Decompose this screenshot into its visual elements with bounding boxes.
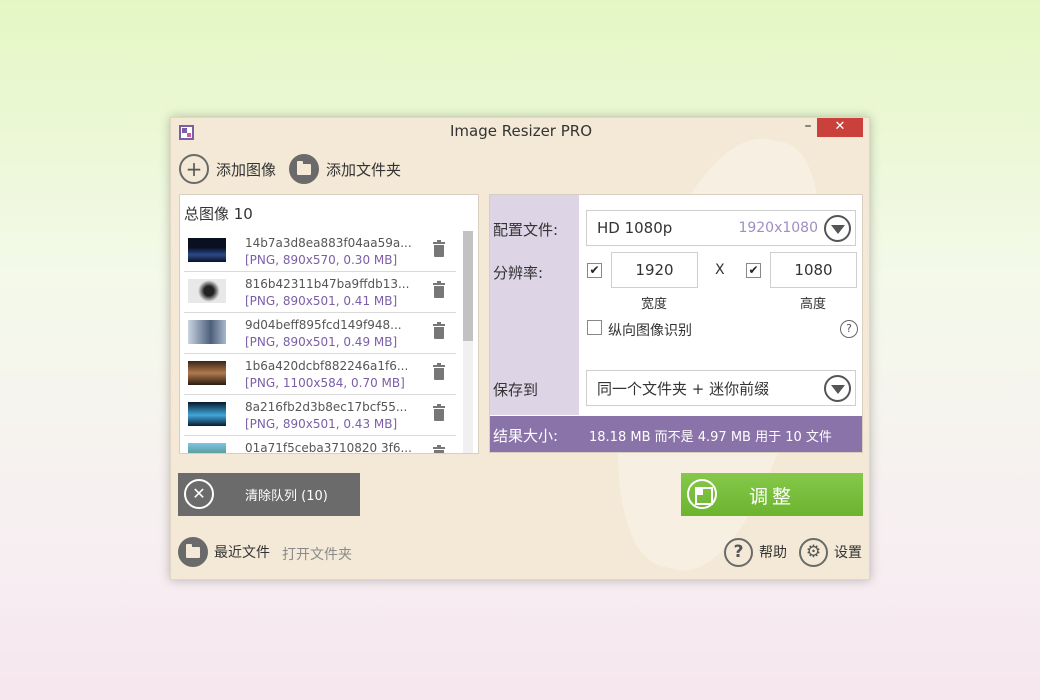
- clear-queue-button[interactable]: ✕ 清除队列 (10): [178, 473, 360, 516]
- window-title: Image Resizer PRO: [449, 122, 593, 140]
- profile-resolution-hint: 1920x1080: [738, 220, 818, 236]
- list-item[interactable]: 1b6a420dcbf882246a1f6... [PNG, 1100x584,…: [184, 354, 456, 395]
- image-thumbnail: [188, 402, 226, 426]
- file-name: 14b7a3d8ea883f04aa59a...: [245, 236, 412, 250]
- add-image-button[interactable]: + 添加图像: [179, 152, 276, 186]
- close-button[interactable]: ✕: [817, 118, 863, 137]
- height-input[interactable]: 1080: [770, 252, 857, 288]
- file-meta: [PNG, 890x501, 0.49 MB]: [245, 335, 398, 349]
- settings-button[interactable]: ⚙ 设置: [799, 537, 862, 567]
- result-size-text: 18.18 MB 而不是 4.97 MB 用于 10 文件: [589, 429, 832, 445]
- question-icon: ?: [724, 537, 753, 567]
- file-meta: [PNG, 890x501, 0.43 MB]: [245, 417, 398, 431]
- trash-icon[interactable]: [433, 281, 445, 298]
- profile-dropdown[interactable]: HD 1080p 1920x1080: [586, 210, 856, 246]
- trash-icon[interactable]: [433, 445, 445, 453]
- list-scrollbar[interactable]: [463, 231, 473, 453]
- width-checkbox[interactable]: ✔: [587, 263, 602, 278]
- height-caption: 高度: [800, 297, 827, 312]
- title-bar: Image Resizer PRO – ✕: [171, 118, 869, 146]
- folder-icon: [289, 154, 319, 184]
- trash-icon[interactable]: [433, 322, 445, 339]
- image-thumbnail: [188, 320, 226, 344]
- width-caption: 宽度: [641, 297, 668, 312]
- add-image-label: 添加图像: [216, 160, 277, 179]
- settings-panel: 配置文件: 分辨率: 保存到 HD 1080p 1920x1080 ✔ 1920…: [489, 194, 863, 453]
- add-folder-button[interactable]: 添加文件夹: [289, 152, 401, 186]
- image-thumbnail: [188, 361, 226, 385]
- image-thumbnail: [188, 279, 226, 303]
- help-label: 帮助: [759, 545, 787, 561]
- file-name: 1b6a420dcbf882246a1f6...: [245, 359, 409, 373]
- profile-label: 配置文件:: [493, 221, 559, 239]
- app-window: Image Resizer PRO – ✕ + 添加图像 添加文件夹 总图像 1…: [170, 117, 870, 580]
- profile-value: HD 1080p: [597, 219, 673, 237]
- help-icon[interactable]: ?: [840, 320, 858, 338]
- add-folder-label: 添加文件夹: [326, 160, 402, 179]
- save-to-label: 保存到: [493, 381, 539, 399]
- result-size-bar: 结果大小: 18.18 MB 而不是 4.97 MB 用于 10 文件: [490, 416, 862, 452]
- list-item[interactable]: 8a216fb2d3b8ec17bcf55... [PNG, 890x501, …: [184, 395, 456, 436]
- height-checkbox[interactable]: ✔: [746, 263, 761, 278]
- total-images-header: 总图像 10: [184, 205, 253, 223]
- folder-icon: [178, 537, 208, 567]
- trash-icon[interactable]: [433, 363, 445, 380]
- resize-button[interactable]: 调整: [681, 473, 863, 516]
- list-item[interactable]: 9d04beff895fcd149f948... [PNG, 890x501, …: [184, 313, 456, 354]
- chevron-down-icon[interactable]: [824, 214, 851, 242]
- trash-icon[interactable]: [433, 404, 445, 421]
- save-to-dropdown[interactable]: 同一个文件夹 + 迷你前缀: [586, 370, 856, 406]
- scrollbar-thumb[interactable]: [463, 231, 473, 341]
- width-input[interactable]: 1920: [611, 252, 698, 288]
- plus-icon: +: [179, 154, 209, 184]
- dimension-separator: X: [715, 262, 725, 278]
- image-list: 14b7a3d8ea883f04aa59a... [PNG, 890x570, …: [180, 231, 462, 454]
- list-item[interactable]: 01a71f5ceba3710820 3f6...: [184, 436, 456, 454]
- trash-icon[interactable]: [433, 240, 445, 257]
- file-meta: [PNG, 890x501, 0.41 MB]: [245, 294, 398, 308]
- image-thumbnail: [188, 238, 226, 262]
- help-button[interactable]: ? 帮助: [724, 537, 787, 567]
- chevron-down-icon[interactable]: [824, 374, 851, 402]
- save-to-value: 同一个文件夹 + 迷你前缀: [597, 379, 770, 398]
- portrait-detect-checkbox[interactable]: [587, 320, 602, 335]
- portrait-detect-label: 纵向图像识别: [608, 323, 692, 339]
- list-item[interactable]: 14b7a3d8ea883f04aa59a... [PNG, 890x570, …: [184, 231, 456, 272]
- file-name: 01a71f5ceba3710820 3f6...: [245, 441, 412, 454]
- result-size-label: 结果大小:: [493, 426, 559, 445]
- file-name: 8a216fb2d3b8ec17bcf55...: [245, 400, 408, 414]
- resolution-label: 分辨率:: [493, 264, 544, 282]
- file-name: 9d04beff895fcd149f948...: [245, 318, 402, 332]
- file-meta: [PNG, 890x570, 0.30 MB]: [245, 253, 398, 267]
- image-thumbnail: [188, 443, 226, 453]
- image-list-panel: 总图像 10 14b7a3d8ea883f04aa59a... [PNG, 89…: [179, 194, 479, 454]
- open-folder-link[interactable]: 打开文件夹: [282, 544, 352, 564]
- file-meta: [PNG, 1100x584, 0.70 MB]: [245, 376, 405, 390]
- settings-label-column: 配置文件: 分辨率: 保存到: [490, 195, 579, 415]
- settings-label: 设置: [834, 545, 862, 561]
- resize-label: 调整: [748, 486, 795, 508]
- file-name: 816b42311b47ba9ffdb13...: [245, 277, 410, 291]
- recent-files-label: 最近文件: [214, 545, 270, 561]
- recent-files-button[interactable]: 最近文件: [178, 537, 270, 567]
- clear-queue-label: 清除队列 (10): [245, 489, 328, 504]
- close-circle-icon: ✕: [184, 479, 214, 509]
- list-item[interactable]: 816b42311b47ba9ffdb13... [PNG, 890x501, …: [184, 272, 456, 313]
- minimize-button[interactable]: –: [798, 118, 818, 138]
- gear-icon: ⚙: [799, 537, 828, 567]
